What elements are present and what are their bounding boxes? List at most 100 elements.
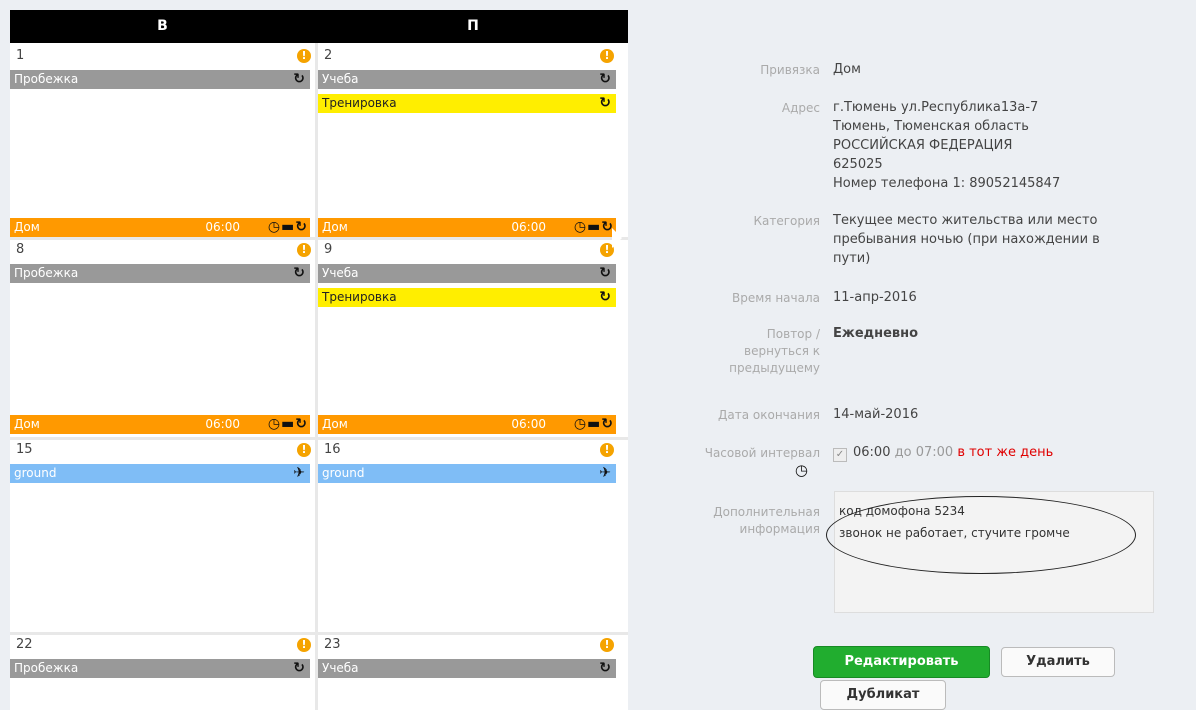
alert-icon[interactable]: !: [600, 638, 614, 652]
repeat-value: Ежедневно: [833, 326, 919, 341]
day-number: 2: [324, 48, 333, 63]
clock-icon: ◷: [573, 219, 586, 235]
address-line: г.Тюмень ул.Республика13а-7: [833, 100, 1039, 115]
day-cell[interactable]: 23! Учеба ↻: [318, 635, 618, 710]
sync-icon: ↻: [601, 219, 613, 235]
day-cell[interactable]: 15! ground ✈: [10, 440, 315, 632]
alert-icon[interactable]: !: [600, 49, 614, 63]
extra-info-label-line: Дополнительная: [713, 505, 820, 519]
address-value: г.Тюмень ул.Республика13а-7 Тюмень, Тюме…: [833, 98, 1060, 193]
event-label: Тренировка: [322, 96, 397, 110]
repeat-label-line: вернуться к: [744, 344, 820, 358]
event-item[interactable]: Учеба ↻: [318, 264, 616, 283]
day-cell[interactable]: 1! Пробежка ↻ Дом 06:00 ◷ ▬ ↻: [10, 46, 315, 240]
repeat-label-line: предыдущему: [729, 361, 820, 375]
day-number: 1: [16, 48, 25, 63]
bed-icon: ▬: [587, 416, 600, 432]
address-line: Тюмень, Тюменская область: [833, 119, 1029, 134]
binding-label: Привязка: [760, 63, 820, 77]
sync-icon: ↻: [295, 219, 307, 235]
end-date-value: 14-май-2016: [833, 407, 919, 422]
alert-icon[interactable]: !: [297, 49, 311, 63]
event-item[interactable]: Тренировка ↻: [318, 288, 616, 307]
event-label: Учеба: [322, 72, 359, 86]
day-number: 16: [324, 442, 341, 457]
day-number: 9: [324, 242, 333, 257]
event-item[interactable]: Тренировка ↻: [318, 94, 616, 113]
stay-time: 06:00: [511, 220, 546, 234]
stay-time: 06:00: [205, 417, 240, 431]
plane-icon: ✈: [293, 465, 305, 481]
stay-bar[interactable]: Дом 06:00 ◷ ▬ ↻: [318, 218, 616, 237]
interval-from: 06:00: [853, 445, 891, 460]
time-interval-label: Часовой интервал ◷: [705, 445, 820, 478]
calendar-header: В П: [10, 10, 628, 43]
extra-info-label-line: информация: [739, 522, 820, 536]
end-date-label: Дата окончания: [718, 408, 820, 422]
event-item[interactable]: ground ✈: [10, 464, 310, 483]
category-line: пребывания ночью (при нахождении в: [833, 232, 1100, 247]
sync-icon: ↻: [293, 71, 305, 87]
event-item[interactable]: Пробежка ↻: [10, 70, 310, 89]
stay-time: 06:00: [511, 417, 546, 431]
address-line: 625025: [833, 157, 883, 172]
stay-bar[interactable]: Дом 06:00 ◷ ▬ ↻: [10, 218, 310, 237]
event-item[interactable]: Учеба ↻: [318, 659, 616, 678]
day-number: 8: [16, 242, 25, 257]
address-line: Номер телефона 1: 89052145847: [833, 176, 1061, 191]
sync-icon: ↻: [599, 265, 611, 281]
event-label: ground: [14, 466, 57, 480]
same-day-text: в тот же день: [957, 445, 1054, 460]
sync-icon: ↻: [599, 95, 611, 111]
stay-bar[interactable]: Дом 06:00 ◷ ▬ ↻: [10, 415, 310, 434]
duplicate-button[interactable]: Дубликат: [820, 680, 946, 710]
stay-label: Дом: [322, 417, 348, 431]
interval-checkbox[interactable]: ✓: [833, 448, 847, 462]
stay-bar[interactable]: Дом 06:00 ◷ ▬ ↻: [318, 415, 616, 434]
event-item[interactable]: Пробежка ↻: [10, 264, 310, 283]
day-cell[interactable]: 9! Учеба ↻ Тренировка ↻ Дом 06:00 ◷ ▬ ↻: [318, 240, 618, 437]
edit-button[interactable]: Редактировать: [813, 646, 990, 678]
stay-icons: ◷ ▬ ↻: [266, 415, 307, 434]
bed-icon: ▬: [281, 219, 294, 235]
plane-icon: ✈: [599, 465, 611, 481]
address-label: Адрес: [781, 101, 820, 115]
event-item[interactable]: Учеба ↻: [318, 70, 616, 89]
day-cell[interactable]: 22! Пробежка ↻: [10, 635, 315, 710]
sync-icon: ↻: [293, 660, 305, 676]
clock-icon: ◷: [573, 416, 586, 432]
category-line: пути): [833, 251, 871, 266]
day-cell[interactable]: 8! Пробежка ↻ Дом 06:00 ◷ ▬ ↻: [10, 240, 315, 437]
day-number: 22: [16, 637, 33, 652]
popover-pointer: [612, 228, 622, 248]
binding-value: Дом: [833, 62, 861, 77]
day-cell[interactable]: 16! ground ✈: [318, 440, 618, 632]
alert-icon[interactable]: !: [600, 443, 614, 457]
stay-label: Дом: [14, 417, 40, 431]
bed-icon: ▬: [587, 219, 600, 235]
event-item[interactable]: ground ✈: [318, 464, 616, 483]
time-interval-label-text: Часовой интервал: [704, 446, 820, 460]
alert-icon[interactable]: !: [297, 443, 311, 457]
alert-icon[interactable]: !: [297, 638, 311, 652]
address-line: РОССИЙСКАЯ ФЕДЕРАЦИЯ: [833, 138, 1013, 153]
bed-icon: ▬: [281, 416, 294, 432]
event-label: Пробежка: [14, 72, 79, 86]
clock-icon: ◷: [794, 461, 808, 479]
clock-icon: ◷: [267, 416, 280, 432]
sync-icon: ↻: [601, 416, 613, 432]
start-time-label: Время начала: [732, 291, 820, 305]
stay-time: 06:00: [205, 220, 240, 234]
day-cell[interactable]: 2! Учеба ↻ Тренировка ↻ Дом 06:00 ◷ ▬ ↻: [318, 46, 618, 240]
calendar: В П 1! Пробежка ↻ Дом 06:00 ◷ ▬ ↻ 2! Учеба ↻ Тренир…: [10, 10, 628, 710]
stay-icons: ◷ ▬ ↻: [572, 415, 613, 434]
alert-icon[interactable]: !: [297, 243, 311, 257]
stay-label: Дом: [322, 220, 348, 234]
event-label: ground: [322, 466, 365, 480]
event-item[interactable]: Пробежка ↻: [10, 659, 310, 678]
sync-icon: ↻: [599, 71, 611, 87]
sync-icon: ↻: [295, 416, 307, 432]
delete-button[interactable]: Удалить: [1001, 647, 1115, 677]
interval-to: 07:00: [915, 445, 954, 460]
stay-icons: ◷ ▬ ↻: [572, 218, 613, 237]
